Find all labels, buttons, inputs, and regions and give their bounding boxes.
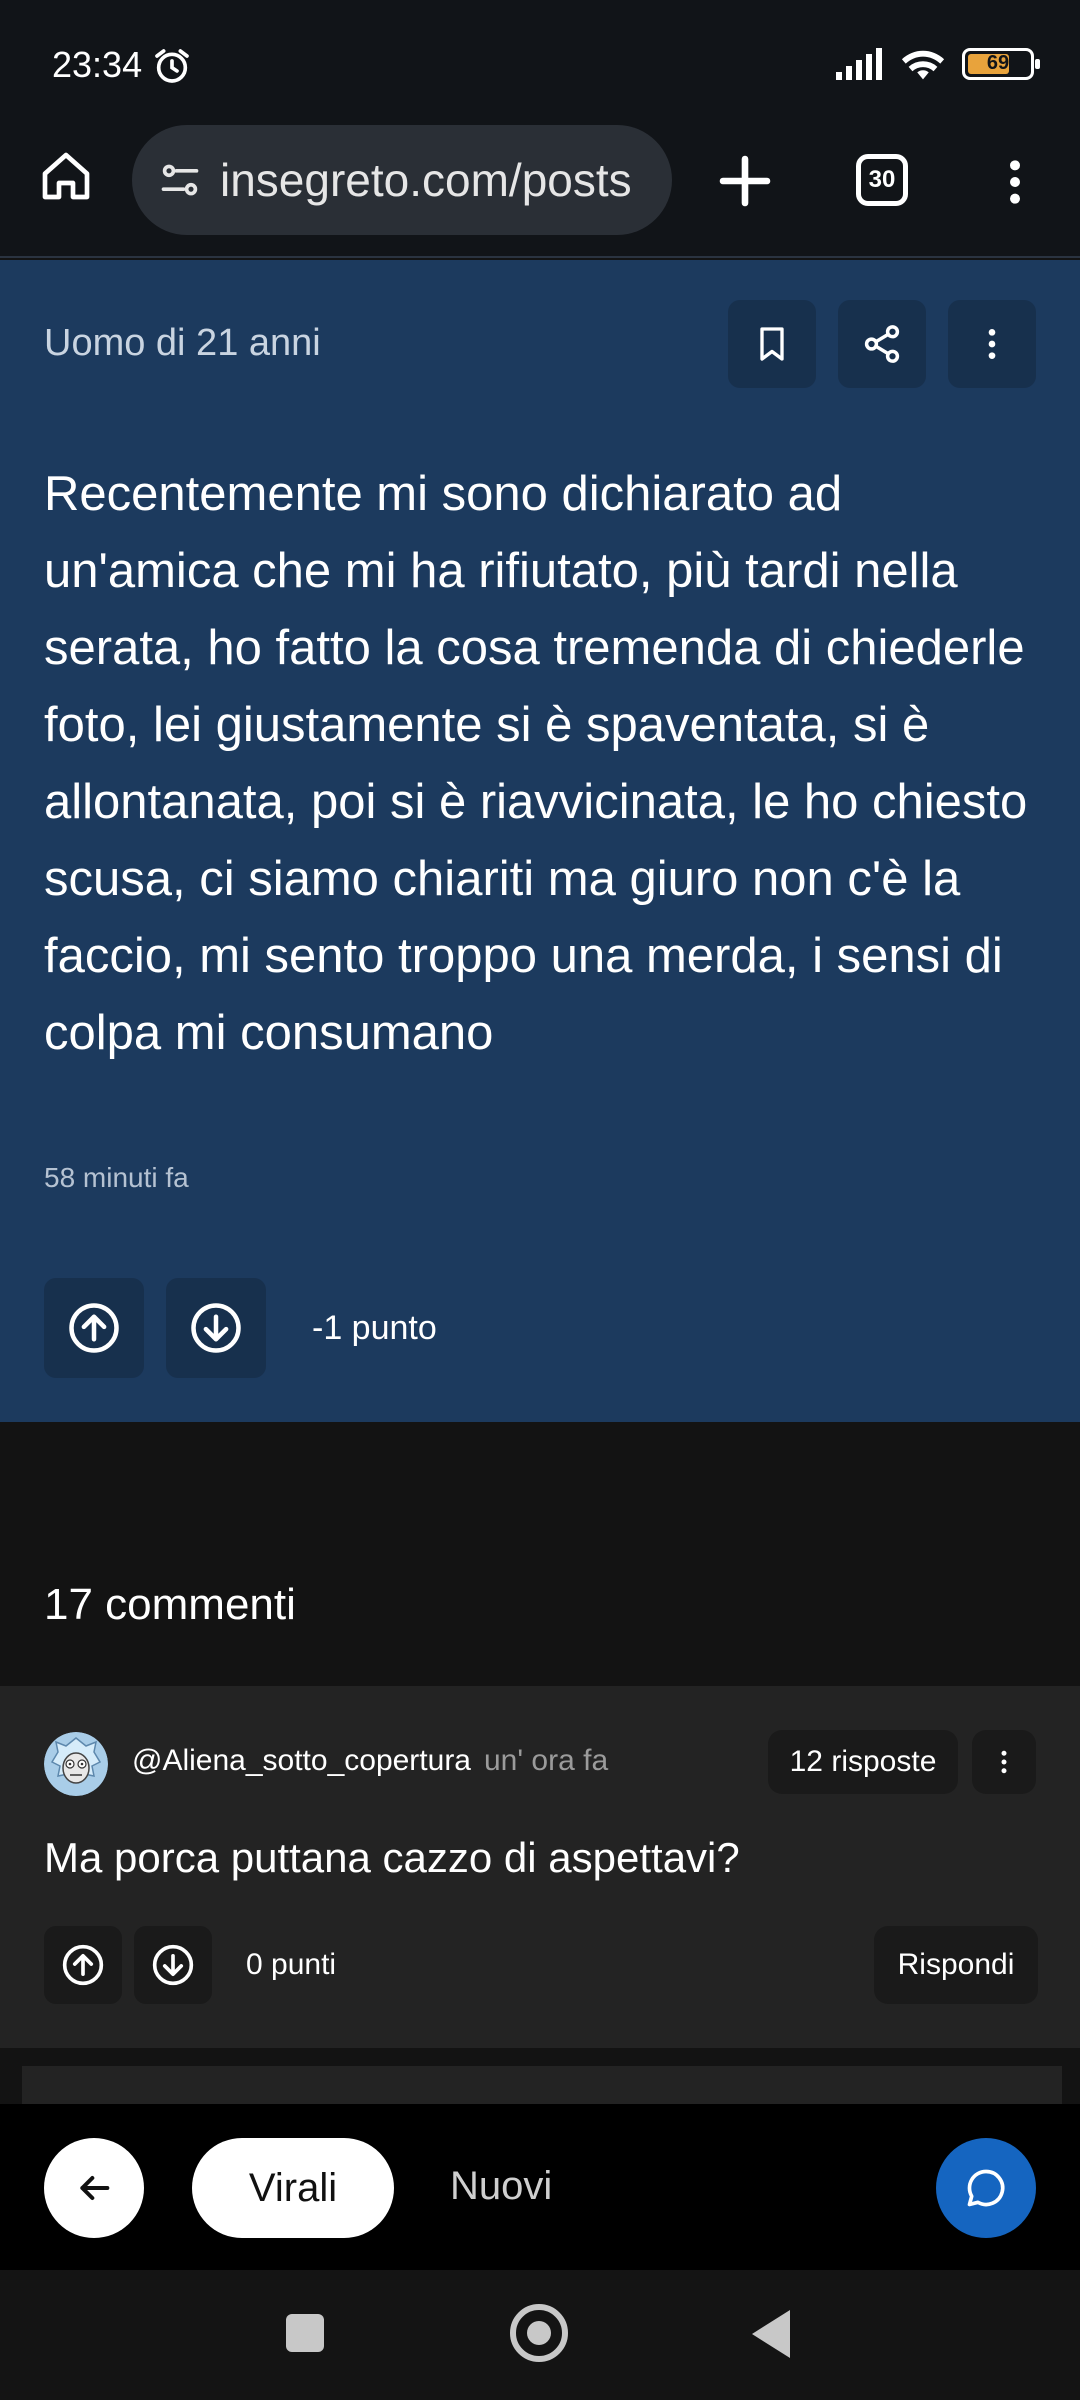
arrow-up-circle-icon bbox=[62, 1944, 104, 1986]
site-settings-icon[interactable] bbox=[158, 158, 202, 202]
more-vert-icon bbox=[1001, 1750, 1007, 1774]
comment-card: @Aliena_sotto_copertura un' ora fa 12 ri… bbox=[0, 1686, 1080, 2048]
comment-text: Ma porca puttana cazzo di aspettavi? bbox=[44, 1834, 740, 1881]
post-author: Uomo di 21 anni bbox=[44, 322, 321, 364]
arrow-up-circle-icon bbox=[69, 1303, 119, 1353]
home-icon bbox=[42, 152, 90, 200]
status-bar: 23:34 69 bbox=[0, 0, 1080, 124]
battery-level: 69 bbox=[986, 52, 1010, 74]
wifi-icon bbox=[901, 50, 945, 80]
post-vote-row: -1 punto bbox=[44, 1278, 437, 1378]
avatar[interactable] bbox=[44, 1732, 108, 1796]
next-comment-card bbox=[22, 2066, 1062, 2106]
arrow-down-circle-icon bbox=[152, 1944, 194, 1986]
replies-button[interactable]: 12 risposte bbox=[768, 1730, 958, 1794]
new-tab-button[interactable] bbox=[712, 148, 778, 214]
reply-button[interactable]: Rispondi bbox=[874, 1926, 1038, 2004]
signal-icon bbox=[836, 48, 882, 80]
home-button[interactable] bbox=[36, 146, 96, 206]
chat-button[interactable] bbox=[936, 2138, 1036, 2238]
comment-time: un' ora fa bbox=[484, 1744, 609, 1777]
post-time: 58 minuti fa bbox=[44, 1162, 189, 1193]
more-vert-icon bbox=[988, 329, 996, 359]
upvote-button[interactable] bbox=[44, 1278, 144, 1378]
system-nav-bar bbox=[0, 2270, 1080, 2400]
post-body: Recentemente mi sono dichiarato ad un'am… bbox=[44, 467, 1028, 1060]
browser-menu-icon[interactable] bbox=[990, 152, 1040, 212]
battery-icon: 69 bbox=[962, 48, 1040, 80]
back-nav-button[interactable] bbox=[752, 2310, 790, 2358]
arrow-left-icon bbox=[80, 2176, 110, 2200]
address-bar[interactable]: insegreto.com/posts bbox=[132, 125, 672, 235]
comments-count: 17 commenti bbox=[44, 1580, 296, 1629]
share-icon bbox=[864, 325, 900, 363]
recents-button[interactable] bbox=[286, 2314, 324, 2352]
post-score: -1 punto bbox=[312, 1308, 437, 1347]
chat-bubble-icon bbox=[967, 2169, 1005, 2207]
tab-nuovi[interactable]: Nuovi bbox=[450, 2164, 552, 2209]
alarm-icon bbox=[155, 49, 189, 83]
home-nav-button[interactable] bbox=[510, 2304, 568, 2362]
tab-virali[interactable]: Virali bbox=[192, 2138, 394, 2238]
bookmark-button[interactable] bbox=[728, 300, 816, 388]
status-time: 23:34 bbox=[52, 44, 143, 85]
arrow-down-circle-icon bbox=[191, 1303, 241, 1353]
comment-downvote-button[interactable] bbox=[134, 1926, 212, 2004]
share-button[interactable] bbox=[838, 300, 926, 388]
back-button[interactable] bbox=[44, 2138, 144, 2238]
comment-upvote-button[interactable] bbox=[44, 1926, 122, 2004]
comment-score: 0 punti bbox=[246, 1948, 337, 1981]
comment-vote-row: 0 punti bbox=[44, 1926, 336, 2004]
bookmark-icon bbox=[760, 327, 784, 361]
downvote-button[interactable] bbox=[166, 1278, 266, 1378]
status-icons: 69 bbox=[836, 46, 1040, 82]
bottom-app-bar: Virali Nuovi bbox=[0, 2104, 1080, 2270]
browser-toolbar: insegreto.com/posts 30 bbox=[0, 124, 1080, 258]
url-text[interactable]: insegreto.com/posts bbox=[220, 153, 632, 207]
post-more-button[interactable] bbox=[948, 300, 1036, 388]
comment-more-button[interactable] bbox=[972, 1730, 1036, 1794]
tab-switcher-button[interactable]: 30 bbox=[856, 154, 908, 206]
comment-username[interactable]: @Aliena_sotto_copertura bbox=[132, 1744, 471, 1778]
post-card: Uomo di 21 anni Recentemente mi sono dic… bbox=[0, 260, 1080, 1422]
post-actions bbox=[728, 300, 1036, 388]
